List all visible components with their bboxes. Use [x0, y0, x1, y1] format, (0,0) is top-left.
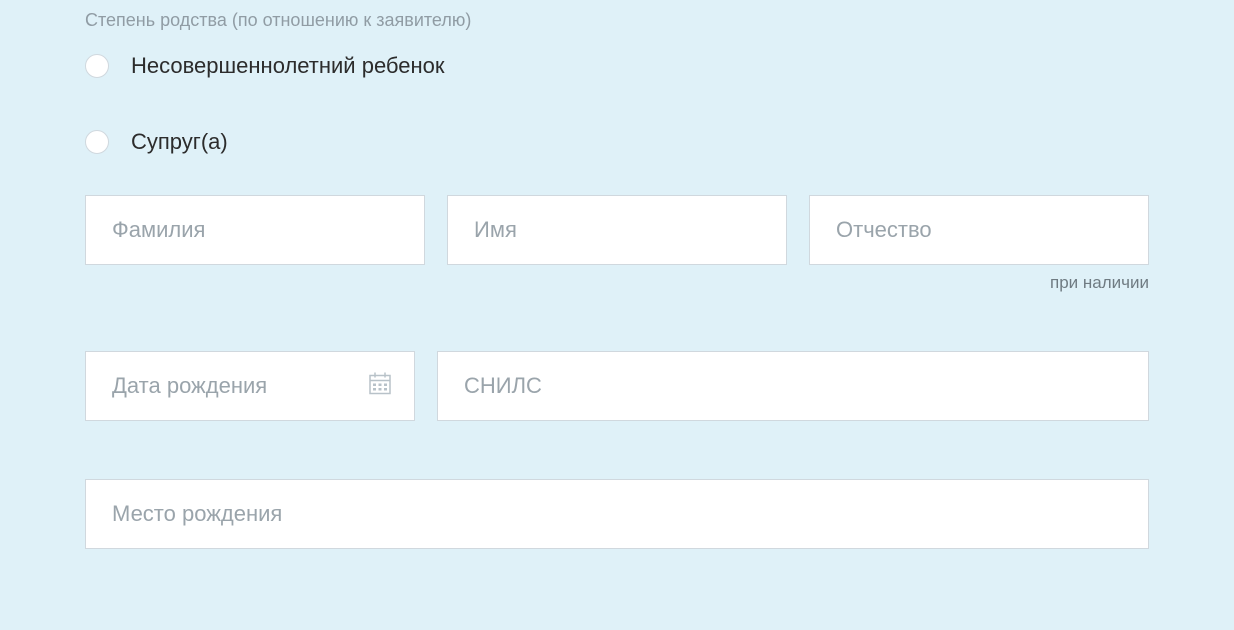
birth-snils-row	[85, 351, 1149, 421]
firstname-input[interactable]	[447, 195, 787, 265]
birthplace-input[interactable]	[85, 479, 1149, 549]
relationship-section-label: Степень родства (по отношению к заявител…	[85, 10, 1149, 31]
firstname-field	[447, 195, 787, 293]
surname-field	[85, 195, 425, 293]
surname-input[interactable]	[85, 195, 425, 265]
snils-input[interactable]	[437, 351, 1149, 421]
radio-circle-icon	[85, 54, 109, 78]
birthplace-field	[85, 479, 1149, 549]
radio-item-minor-child[interactable]: Несовершеннолетний ребенок	[85, 53, 1149, 79]
patronymic-field: при наличии	[809, 195, 1149, 293]
relationship-radio-group: Несовершеннолетний ребенок Супруг(а)	[85, 53, 1149, 155]
snils-field	[437, 351, 1149, 421]
birthdate-input[interactable]	[85, 351, 415, 421]
birthplace-row	[85, 479, 1149, 549]
patronymic-hint: при наличии	[809, 273, 1149, 293]
radio-circle-icon	[85, 130, 109, 154]
birthdate-field	[85, 351, 415, 421]
radio-item-spouse[interactable]: Супруг(а)	[85, 129, 1149, 155]
name-row: при наличии	[85, 195, 1149, 293]
radio-label-spouse: Супруг(а)	[131, 129, 228, 155]
radio-label-minor-child: Несовершеннолетний ребенок	[131, 53, 445, 79]
patronymic-input[interactable]	[809, 195, 1149, 265]
